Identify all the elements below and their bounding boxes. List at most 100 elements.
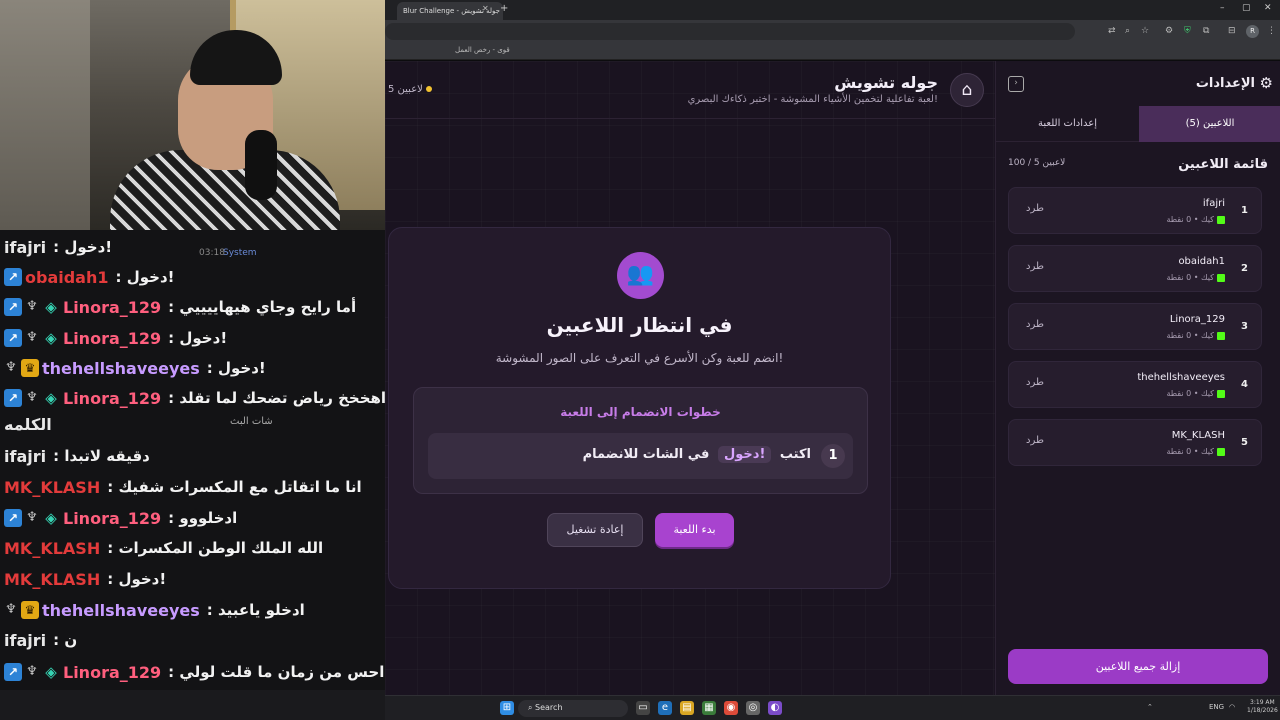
chat-username[interactable]: Linora_129 — [63, 329, 161, 348]
chat-username[interactable]: Linora_129 — [63, 509, 161, 528]
taskbar-search[interactable]: ⌕ Search — [518, 700, 628, 717]
chat-username[interactable]: MK_KLASH — [4, 570, 100, 589]
kick-badge-icon: ↗ — [4, 389, 22, 407]
kick-player-button[interactable]: طرد — [1026, 377, 1044, 388]
close-tab-icon[interactable]: ✕ — [482, 4, 489, 13]
kick-player-button[interactable]: طرد — [1026, 203, 1044, 214]
clock[interactable]: 3:19 AM 1/18/2026 — [1247, 699, 1278, 715]
gem-badge-icon: ◈ — [45, 663, 57, 681]
collapse-sidebar-icon[interactable]: › — [1008, 76, 1024, 92]
chat-message: ↗ ♆ ◈ Linora_129: دخول! — [4, 324, 227, 352]
chat-username[interactable]: thehellshaveeyes — [42, 601, 200, 620]
maximize-icon[interactable]: ▢ — [1242, 3, 1251, 13]
bookmark-item[interactable]: قوى - رخص العمل — [455, 46, 510, 54]
gem-badge-icon: ◈ — [45, 389, 57, 407]
player-card: 5 MK_KLASH كيك • 0 نقطة طرد — [1008, 419, 1262, 466]
new-tab-icon[interactable]: + — [500, 3, 508, 14]
folder-icon[interactable]: ▤ — [680, 701, 694, 715]
menu-icon[interactable]: ⋮ — [1267, 26, 1276, 36]
chat-username[interactable]: ifajri — [4, 631, 46, 650]
remove-all-players-button[interactable]: إزالة جميع اللاعبين — [1008, 649, 1268, 684]
sword-badge-icon: ♆ — [5, 602, 17, 617]
kick-player-button[interactable]: طرد — [1026, 319, 1044, 330]
browser-tab-bar: Blur Challenge - جوله تشويش ✕ + – ▢ ✕ — [385, 0, 1280, 20]
bookmarks-bar: قوى - رخص العمل — [385, 43, 1280, 60]
kick-player-button[interactable]: طرد — [1026, 261, 1044, 272]
sword-badge-icon: ♆ — [5, 360, 17, 375]
chat-text: : دقيقه لاتبدا — [53, 447, 150, 465]
page-title: جوله تشويش — [834, 73, 938, 92]
ghost-system-label: System — [223, 248, 257, 258]
shield-icon[interactable]: ⛨ — [1184, 26, 1191, 36]
kick-platform-icon — [1217, 389, 1225, 398]
store-icon[interactable]: ▦ — [702, 701, 716, 715]
tab-players[interactable]: اللاعبين (5) — [1139, 106, 1280, 142]
join-keyword: !دخول — [717, 446, 772, 463]
kick-badge-icon: ↗ — [4, 268, 22, 286]
sidebar-title: الإعدادات — [1195, 76, 1255, 91]
discord-icon[interactable]: ◐ — [768, 701, 782, 715]
chat-username[interactable]: ifajri — [4, 447, 46, 466]
chat-message: ↗ obaidah1 : دخول! — [4, 263, 175, 291]
webcam-feed — [0, 0, 385, 230]
home-icon: ⌂ — [961, 80, 973, 100]
chat-message: MK_KLASH : الله الملك الوطن المكسرات — [4, 534, 323, 562]
edge-icon[interactable]: e — [658, 701, 672, 715]
chat-username[interactable]: Linora_129 — [63, 389, 161, 408]
address-bar[interactable] — [385, 23, 1075, 40]
chat-username[interactable]: الكلمه — [4, 415, 52, 434]
chat-text: : دخول! — [53, 238, 113, 256]
player-rank: 1 — [1241, 205, 1248, 216]
sidebar-icon[interactable]: ⊟ — [1228, 26, 1236, 36]
player-card: 3 Linora_129 كيك • 0 نقطة طرد — [1008, 303, 1262, 350]
reset-button[interactable]: إعادة تشغيل — [547, 513, 643, 547]
star-icon[interactable]: ☆ — [1141, 26, 1149, 36]
chat-username[interactable]: ifajri — [4, 238, 46, 257]
close-window-icon[interactable]: ✕ — [1264, 3, 1272, 13]
player-meta: كيك • 0 نقطة — [1166, 331, 1225, 340]
start-game-button[interactable]: بدء اللعبة — [655, 513, 734, 547]
task-view-icon[interactable]: ▭ — [636, 701, 650, 715]
language-indicator[interactable]: ENG — [1209, 703, 1224, 711]
chat-message: ♆ ♛ thehellshaveeyes: ادخلو ياعبيد — [4, 596, 305, 624]
browser-toolbar: ⇄ ⌕ ☆ ⚙ ⛨ ⧉ ⊟ R ⋮ — [385, 20, 1280, 43]
gem-badge-icon: ◈ — [45, 509, 57, 527]
player-name: thehellshaveeyes — [1137, 372, 1225, 383]
chrome-icon[interactable]: ◉ — [724, 701, 738, 715]
chat-text: : ادخلووو — [168, 509, 238, 527]
chat-text: : الله الملك الوطن المكسرات — [107, 539, 324, 557]
wifi-icon[interactable]: ◠ — [1229, 703, 1235, 711]
zoom-icon[interactable]: ⌕ — [1125, 26, 1130, 36]
puzzle-icon[interactable]: ⧉ — [1203, 26, 1209, 36]
windows-start-icon[interactable]: ⊞ — [500, 701, 514, 715]
users-icon: 👥 — [617, 252, 664, 299]
chat-text: : يمه احس من زمان ما قلت لولي — [168, 663, 385, 681]
kick-platform-icon — [1217, 331, 1225, 340]
sword-badge-icon: ♆ — [26, 330, 38, 345]
extension-icon[interactable]: ⚙ — [1165, 26, 1173, 36]
kick-player-button[interactable]: طرد — [1026, 435, 1044, 446]
player-name: MK_KLASH — [1171, 430, 1225, 441]
home-button[interactable]: ⌂ — [950, 73, 984, 107]
page-header: 5 لاعبين جوله تشويش لعبة تفاعلية لتخمين … — [385, 61, 995, 119]
tray-chevron-icon[interactable]: ⌃ — [1147, 703, 1153, 711]
profile-avatar[interactable]: R — [1246, 25, 1259, 38]
chat-username[interactable]: Linora_129 — [63, 663, 161, 682]
chat-text: : دخول! — [115, 268, 175, 286]
chat-username[interactable]: Linora_129 — [63, 298, 161, 317]
chat-username[interactable]: MK_KLASH — [4, 478, 100, 497]
chat-text: : ادخلو ياعبيد — [206, 601, 305, 619]
chat-message: ↗ ♆ ◈ Linora_129: يمه احس من زمان ما قلت لو… — [4, 658, 385, 686]
join-steps-box: خطوات الانضمام إلى اللعبة 1 اكتب !دخول ف… — [413, 387, 868, 494]
obs-icon[interactable]: ◎ — [746, 701, 760, 715]
tab-game-settings[interactable]: إعدادات اللعبة — [996, 106, 1139, 142]
chat-username[interactable]: obaidah1 — [25, 268, 109, 287]
waiting-subtitle: انضم للعبة وكن الأسرع في التعرف على الصو… — [495, 351, 784, 365]
chat-text: : أما رايح وجاي هيهاييييي — [168, 298, 357, 316]
chat-username[interactable]: MK_KLASH — [4, 539, 100, 558]
chat-username[interactable]: thehellshaveeyes — [42, 359, 200, 378]
translate-icon[interactable]: ⇄ — [1108, 26, 1116, 36]
player-name: Linora_129 — [1169, 314, 1225, 325]
minimize-icon[interactable]: – — [1220, 3, 1225, 13]
steps-title: خطوات الانضمام إلى اللعبة — [560, 405, 721, 419]
